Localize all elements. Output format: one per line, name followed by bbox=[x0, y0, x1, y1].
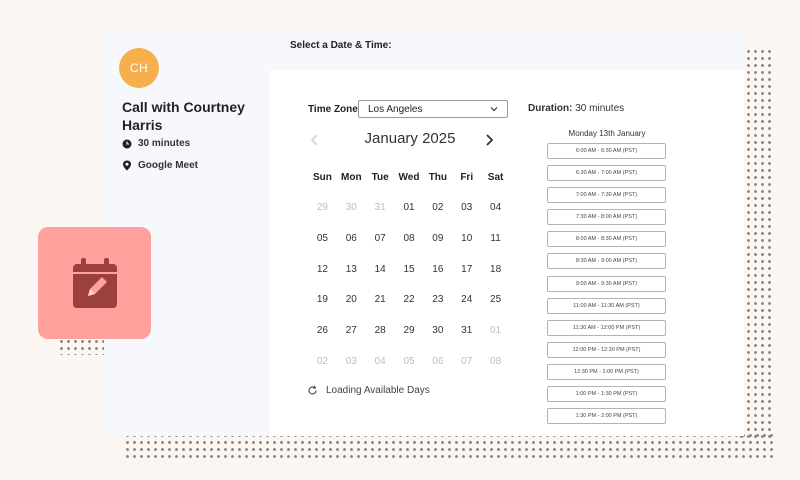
event-location: Google Meet bbox=[122, 160, 198, 171]
time-slot-button[interactable]: 1:00 PM - 1:30 PM (PST) bbox=[547, 386, 666, 403]
weekday-label: Tue bbox=[371, 172, 389, 183]
calendar-day[interactable]: 23 bbox=[423, 294, 452, 325]
event-location-text: Google Meet bbox=[138, 160, 199, 171]
calendar-day[interactable]: 04 bbox=[481, 202, 510, 233]
time-slot-button[interactable]: 7:30 AM - 8:00 AM (PST) bbox=[547, 209, 666, 226]
calendar-day[interactable]: 01 bbox=[395, 202, 424, 233]
calendar-day[interactable]: 09 bbox=[423, 233, 452, 264]
weekday-label: Mon bbox=[341, 172, 362, 183]
weekday-label: Sun bbox=[312, 172, 332, 183]
time-slot-list: 6:00 AM - 6:30 AM (PST) 6:30 AM - 7:00 AM… bbox=[547, 143, 666, 430]
calendar-day[interactable]: 13 bbox=[337, 264, 366, 295]
chevron-left-icon[interactable] bbox=[309, 133, 321, 147]
calendar-day[interactable]: 27 bbox=[337, 325, 366, 356]
calendar-day[interactable]: 22 bbox=[395, 294, 424, 325]
clock-icon bbox=[122, 139, 132, 148]
calendar-day[interactable]: 29 bbox=[395, 325, 424, 356]
calendar-day[interactable]: 18 bbox=[481, 264, 510, 295]
calendar-day[interactable]: 16 bbox=[423, 264, 452, 295]
loading-indicator: Loading Available Days bbox=[307, 385, 430, 396]
calendar-badge bbox=[38, 227, 151, 339]
month-label: January 2025 bbox=[364, 130, 456, 147]
calendar-day[interactable]: 20 bbox=[337, 294, 366, 325]
calendar-day: 30 bbox=[345, 202, 357, 213]
calendar-day: 05 bbox=[403, 355, 415, 367]
time-slot-button[interactable]: 11:30 AM - 12:00 PM (PST) bbox=[547, 319, 666, 336]
weekday-label: Wed bbox=[398, 172, 420, 183]
duration-value: 30 minutes bbox=[575, 103, 625, 114]
calendar-day[interactable]: 19 bbox=[308, 294, 337, 325]
calendar-day: 08 bbox=[490, 355, 502, 367]
calendar-day[interactable]: 21 bbox=[366, 294, 395, 325]
calendar-day[interactable]: 24 bbox=[452, 294, 481, 325]
calendar-day[interactable]: 26 bbox=[308, 325, 337, 356]
duration-label: Duration: bbox=[528, 103, 573, 114]
calendar-day: 04 bbox=[374, 355, 386, 367]
time-slot-button[interactable]: 1:30 PM - 2:00 PM (PST) bbox=[547, 408, 666, 425]
calendar-day[interactable]: 17 bbox=[452, 264, 481, 295]
time-slot-button[interactable]: 9:00 AM - 9:30 AM (PST) bbox=[547, 275, 666, 292]
page-title: Select a Date & Time: bbox=[290, 40, 392, 51]
time-slot-button[interactable]: 11:00 AM - 11:30 AM (PST) bbox=[547, 297, 666, 314]
time-slot-button[interactable]: 12:30 PM - 1:00 PM (PST) bbox=[547, 363, 666, 380]
event-title: Call with Courtney Harris bbox=[122, 99, 245, 133]
avatar: CH bbox=[119, 48, 159, 88]
calendar-day[interactable]: 25 bbox=[481, 294, 510, 325]
event-duration-text: 30 minutes bbox=[138, 138, 191, 149]
time-slot-button[interactable]: 6:00 AM - 6:30 AM (PST) bbox=[547, 143, 666, 159]
timezone-select[interactable]: Los Angeles bbox=[358, 100, 508, 118]
calendar-days-grid: 29 30 31 01 02 03 04 05 06 07 08 09 10 11 12 13 14 15 16 17… bbox=[308, 202, 510, 387]
calendar-day: 29 bbox=[316, 202, 328, 213]
calendar-day: 01 bbox=[490, 325, 502, 337]
weekday-label: Fri bbox=[460, 172, 474, 183]
calendar-day[interactable]: 10 bbox=[452, 233, 481, 264]
weekday-label: Sat bbox=[487, 172, 504, 183]
calendar-edit-icon bbox=[72, 258, 117, 308]
calendar-day[interactable]: 02 bbox=[423, 202, 452, 233]
loading-text: Loading Available Days bbox=[326, 385, 430, 396]
time-slot-button[interactable]: 12:00 PM - 12:30 PM (PST) bbox=[547, 341, 666, 358]
calendar-day[interactable]: 28 bbox=[366, 325, 395, 356]
calendar-day[interactable]: 14 bbox=[366, 264, 395, 295]
time-slot-button[interactable]: 8:30 AM - 9:00 AM (PST) bbox=[547, 253, 666, 270]
calendar-day[interactable]: 03 bbox=[452, 202, 481, 233]
calendar-day: 03 bbox=[345, 355, 357, 367]
weekday-label: Thu bbox=[428, 172, 448, 183]
calendar-day: 06 bbox=[432, 355, 444, 367]
calendar-day[interactable]: 31 bbox=[452, 325, 481, 356]
duration-info: Duration: 30 minutes bbox=[528, 103, 624, 114]
chevron-right-icon[interactable] bbox=[483, 133, 495, 147]
calendar-day[interactable]: 12 bbox=[308, 264, 337, 295]
calendar-day[interactable]: 05 bbox=[308, 233, 337, 264]
calendar-day[interactable]: 07 bbox=[366, 233, 395, 264]
calendar-day: 31 bbox=[374, 202, 386, 213]
calendar-day[interactable]: 06 bbox=[337, 233, 366, 264]
event-duration: 30 minutes bbox=[122, 138, 190, 149]
slots-date-label: Monday 13th January bbox=[568, 129, 646, 138]
refresh-icon bbox=[308, 385, 317, 395]
calendar-day: 07 bbox=[461, 355, 473, 367]
time-slot-button[interactable]: 8:00 AM - 8:30 AM (PST) bbox=[547, 231, 666, 248]
timezone-value: Los Angeles bbox=[368, 103, 423, 115]
chevron-down-icon bbox=[490, 107, 498, 112]
calendar-day[interactable]: 08 bbox=[395, 233, 424, 264]
decorative-dots-bottom bbox=[124, 432, 774, 462]
calendar-day: 02 bbox=[316, 355, 328, 367]
location-pin-icon bbox=[123, 160, 131, 171]
calendar-day[interactable]: 15 bbox=[395, 264, 424, 295]
time-slot-button[interactable]: 7:00 AM - 7:30 AM (PST) bbox=[547, 187, 666, 204]
calendar-day[interactable]: 30 bbox=[423, 325, 452, 356]
time-slot-button[interactable]: 6:30 AM - 7:00 AM (PST) bbox=[547, 165, 666, 182]
weekday-header: Sun Mon Tue Wed Thu Fri Sat bbox=[308, 172, 510, 183]
calendar-day[interactable]: 11 bbox=[481, 233, 510, 264]
timezone-label: Time Zone: bbox=[308, 104, 362, 115]
